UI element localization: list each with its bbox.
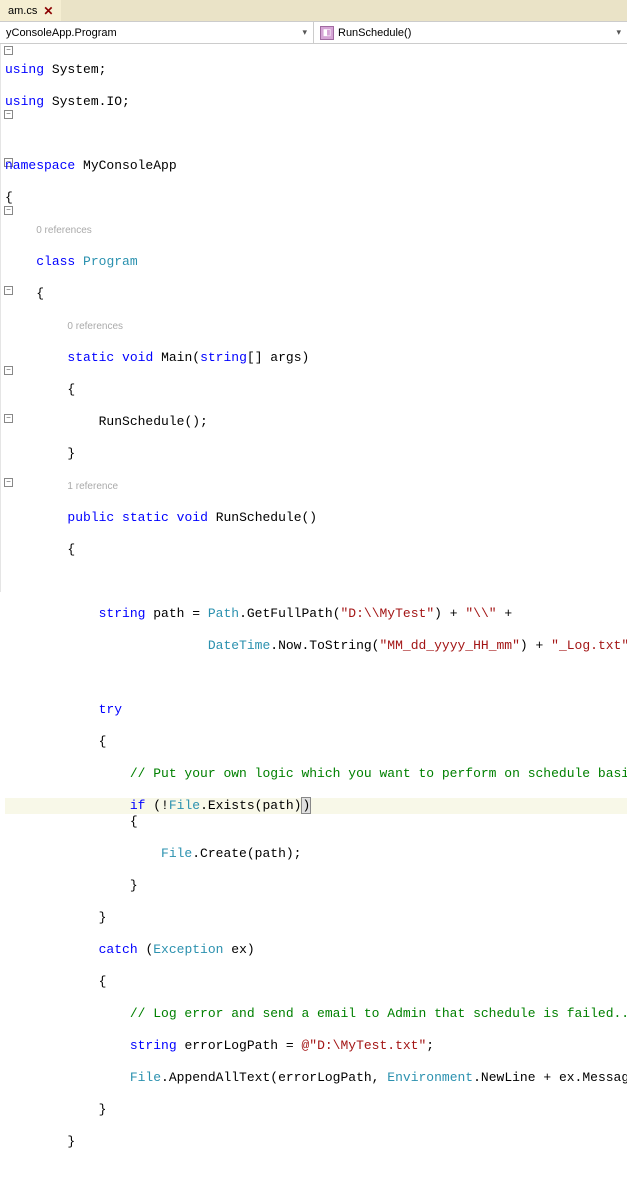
code-keyword: using (5, 62, 44, 77)
code-keyword: string (200, 350, 247, 365)
code-editor[interactable]: − − − − − − − − using System; using Syst… (0, 44, 627, 592)
code-text: .GetFullPath( (239, 606, 340, 621)
navigation-bar: yConsoleApp.Program ▾ ◧ RunSchedule() ▾ (0, 22, 627, 44)
code-text: RunSchedule() (208, 510, 317, 525)
code-keyword: static (122, 510, 169, 525)
code-brace: { (5, 190, 13, 205)
code-text: .Exists(path) (200, 798, 301, 813)
code-keyword: namespace (5, 158, 75, 173)
code-text: ) + (520, 638, 551, 653)
code-type: File (161, 846, 192, 861)
code-string: "D:\\MyTest" (341, 606, 435, 621)
code-brace: { (67, 382, 75, 397)
code-text: .Now.ToString( (270, 638, 379, 653)
code-text: ) + (434, 606, 465, 621)
file-tab[interactable]: am.cs ✕ (0, 0, 61, 21)
code-keyword: public (67, 510, 114, 525)
code-comment: // Log error and send a email to Admin t… (130, 1006, 627, 1021)
code-brace: } (67, 1134, 75, 1149)
codelens-references[interactable]: 0 references (67, 321, 123, 332)
code-text: [] args) (247, 350, 309, 365)
code-brace: } (99, 1102, 107, 1117)
code-string: @"D:\MyTest.txt" (301, 1038, 426, 1053)
code-text: System.IO; (44, 94, 130, 109)
method-dropdown-label: RunSchedule() (338, 27, 411, 39)
code-brace: { (130, 814, 138, 829)
code-type: Environment (387, 1070, 473, 1085)
code-type: Path (208, 606, 239, 621)
code-keyword: catch (99, 942, 138, 957)
code-brace: } (130, 878, 138, 893)
code-brace: { (99, 974, 107, 989)
chevron-down-icon: ▾ (302, 27, 307, 38)
code-text: (! (145, 798, 168, 813)
code-brace: { (99, 734, 107, 749)
code-keyword: void (122, 350, 153, 365)
code-text: errorLogPath = (177, 1038, 302, 1053)
code-brace: { (67, 542, 75, 557)
code-text: + (497, 606, 513, 621)
code-text: ex) (223, 942, 254, 957)
code-text: ; (426, 1038, 434, 1053)
code-text: .NewLine + ex.Message); (473, 1070, 627, 1085)
method-dropdown[interactable]: ◧ RunSchedule() ▾ (314, 22, 627, 43)
code-brace: } (99, 910, 107, 925)
code-text: path = (145, 606, 207, 621)
tab-filename: am.cs (8, 5, 37, 17)
code-keyword: string (99, 606, 146, 621)
code-text: .AppendAllText(errorLogPath, (161, 1070, 387, 1085)
codelens-references[interactable]: 0 references (36, 225, 92, 236)
code-keyword: void (177, 510, 208, 525)
code-keyword: using (5, 94, 44, 109)
code-type: File (169, 798, 200, 813)
code-string: "_Log.txt" (551, 638, 627, 653)
code-keyword: try (99, 702, 122, 717)
code-text: RunSchedule(); (99, 414, 208, 429)
codelens-references[interactable]: 1 reference (67, 481, 118, 492)
code-string: "\\" (465, 606, 496, 621)
code-keyword: class (36, 254, 75, 269)
code-text: MyConsoleApp (75, 158, 176, 173)
class-dropdown-label: yConsoleApp.Program (6, 27, 117, 39)
code-string: "MM_dd_yyyy_HH_mm" (379, 638, 519, 653)
code-keyword: string (130, 1038, 177, 1053)
code-keyword: static (67, 350, 114, 365)
class-dropdown[interactable]: yConsoleApp.Program ▾ (0, 22, 314, 43)
tab-close-icon[interactable]: ✕ (43, 4, 53, 18)
chevron-down-icon: ▾ (616, 27, 621, 38)
code-type: DateTime (208, 638, 270, 653)
code-brace: } (67, 446, 75, 461)
matched-paren: ) (301, 797, 311, 814)
code-text: Main( (153, 350, 200, 365)
code-text: .Create(path); (192, 846, 301, 861)
code-area[interactable]: using System; using System.IO; namespace… (1, 44, 627, 592)
code-type: Exception (153, 942, 223, 957)
code-comment: // Put your own logic which you want to … (130, 766, 627, 781)
method-icon: ◧ (320, 26, 334, 40)
code-text: System; (44, 62, 106, 77)
code-type: Program (83, 254, 138, 269)
code-keyword: if (130, 798, 146, 813)
code-type: File (130, 1070, 161, 1085)
code-brace: { (36, 286, 44, 301)
tab-bar: am.cs ✕ (0, 0, 627, 22)
